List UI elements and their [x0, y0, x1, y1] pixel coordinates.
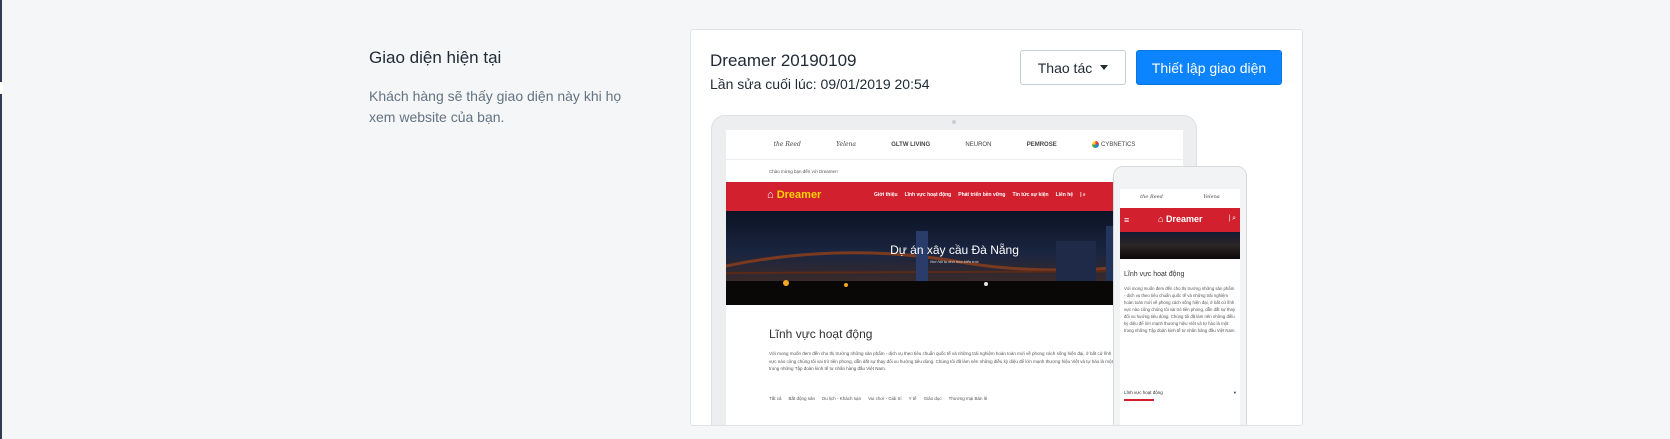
- partner-logo: GLTW LIVING: [891, 141, 931, 148]
- category-tab: Vui chơi - Giải trí: [868, 396, 902, 401]
- nav-item: Giới thiệu: [874, 192, 898, 198]
- cybnetics-icon: [1091, 141, 1099, 148]
- partner-logo: PEMROSE: [1026, 141, 1057, 148]
- mobile-partner-logos: the Reed Yelena: [1120, 189, 1240, 205]
- nav-item: Phát triển bền vững: [958, 192, 1006, 198]
- category-tab: Bất động sản: [788, 396, 816, 401]
- search-icon: | ⌕: [1080, 192, 1086, 198]
- mobile-hero-banner: [1120, 232, 1240, 259]
- current-theme-card: Dreamer 20190109 Lần sửa cuối lúc: 09/01…: [690, 29, 1303, 426]
- partner-logos: the Reed Yelena GLTW LIVING NEURON PEMRO…: [726, 130, 1183, 160]
- category-tab: Y tế: [908, 396, 917, 401]
- mobile-activity-title: Lĩnh vực hoạt động: [1124, 271, 1185, 278]
- menu-icon: ≡: [1124, 215, 1130, 225]
- mobile-site-logo: ⌂ Dreamer: [1158, 214, 1203, 224]
- partner-logo: Yelena: [1203, 194, 1220, 200]
- caret-down-icon: [1100, 65, 1109, 70]
- category-tab: Giáo dục: [923, 396, 942, 401]
- theme-name: Dreamer 20190109: [710, 51, 857, 70]
- mobile-preview-screen: the Reed Yelena ≡ ⌂ Dreamer | ⌕ Lĩnh vực…: [1120, 189, 1240, 425]
- mobile-dropdown-underline: [1124, 399, 1154, 401]
- search-icon: | ⌕: [1228, 215, 1236, 222]
- category-tabs: Tất cả Bất động sản Du lịch - Khách sạn …: [769, 396, 987, 401]
- mobile-category-dropdown: Lĩnh vực hoạt động ▾: [1124, 390, 1236, 395]
- mobile-activity-text: Với mong muốn đem đến cho thị trường nhữ…: [1124, 286, 1236, 333]
- partner-logo: the Reed: [773, 141, 801, 148]
- partner-logo: the Reed: [1140, 194, 1163, 200]
- site-logo: ⌂ Dreamer: [767, 189, 822, 201]
- chevron-down-icon: ▾: [1233, 390, 1236, 395]
- left-border-marker: [0, 82, 3, 94]
- theme-last-edited: Lần sửa cuối lúc: 09/01/2019 20:54: [710, 76, 930, 92]
- section-title: Giao diện hiện tại: [369, 48, 502, 67]
- setup-theme-button[interactable]: Thiết lập giao diện: [1136, 50, 1282, 85]
- site-nav-items: Giới thiệu Lĩnh vực hoạt động Phát triển…: [874, 192, 1086, 198]
- nav-item: Liên hệ: [1055, 192, 1074, 198]
- mobile-preview: the Reed Yelena ≡ ⌂ Dreamer | ⌕ Lĩnh vực…: [1113, 166, 1247, 425]
- activity-text: Với mong muốn đem đến cho thị trường nhữ…: [769, 351, 1113, 371]
- partner-logo: Yelena: [836, 141, 856, 148]
- actions-dropdown-button[interactable]: Thao tác: [1020, 50, 1126, 85]
- category-tab: Tất cả: [769, 396, 782, 401]
- nav-item: Lĩnh vực hoạt động: [904, 192, 952, 198]
- actions-label: Thao tác: [1037, 59, 1093, 76]
- partner-logo: NEURON: [965, 141, 992, 148]
- section-description: Khách hàng sẽ thấy giao diện này khi họ …: [369, 88, 622, 125]
- nav-item: Tin tức sự kiện: [1012, 192, 1049, 198]
- activity-title: Lĩnh vực hoạt động: [769, 327, 873, 341]
- laptop-camera: [952, 120, 956, 124]
- category-tab: Du lịch - Khách sạn: [822, 396, 862, 401]
- partner-logo: CYBNETICS: [1091, 141, 1135, 148]
- mobile-navbar: ≡ ⌂ Dreamer | ⌕: [1120, 208, 1240, 232]
- left-border: [0, 0, 2, 439]
- category-tab: Thương mại Bán lẻ: [948, 396, 988, 401]
- welcome-text: Chào mừng bạn đến với Dreamer!: [769, 169, 838, 174]
